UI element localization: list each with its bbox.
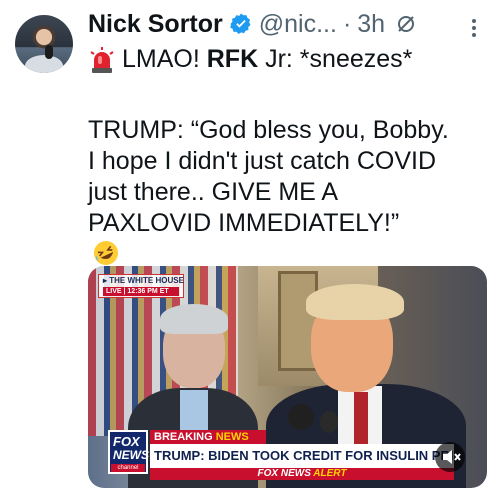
grok-icon[interactable] [395,13,417,35]
rolling-laughing-emoji [92,239,120,267]
avatar-shirt [25,55,63,73]
news-word: NEWS [215,431,249,443]
separator-dot: · [342,9,352,38]
tweet-body-line-text: PAXLOVID IMMEDIATELY!” [88,209,400,237]
news-headline: TRUMP: BIDEN TOOK CREDIT FOR INSULIN PRI… [150,444,454,468]
white-house-bug: ▸ THE WHITE HOUSE LIVE | 12:36 PM ET [98,274,184,298]
tweet-body-line-last: PAXLOVID IMMEDIATELY!” [88,208,488,267]
tweet-first-line: LMAO! RFK Jr: *sneezes* [88,44,488,75]
breaking-word: BREAKING [154,431,213,443]
news-lower-third: FOX NEWS channel BREAKING NEWS TRUMP: BI… [88,430,487,488]
timestamp[interactable]: 3h [357,10,385,39]
microphone [288,404,314,430]
fox-logo-line3: channel [111,464,145,472]
verified-badge-icon [229,12,253,36]
alert-bar-brand: FOX NEWS [257,468,311,479]
tweet-body-line: TRUMP: “God bless you, Bobby. [88,116,449,144]
more-options-icon[interactable] [460,14,488,42]
fox-logo-line1: FOX [113,434,140,449]
person-right-hair [306,284,404,320]
author-name[interactable]: Nick Sortor [88,10,223,39]
live-label: LIVE | 12:36 PM ET [103,287,179,296]
avatar[interactable] [15,15,73,73]
tweet-text-rfk: RFK [206,45,259,73]
tweet-body: TRUMP: “God bless you, Bobby. I hope I d… [88,115,488,267]
tweet-header: Nick Sortor @nic... · 3h [88,9,417,39]
siren-emoji [88,46,116,74]
video-media[interactable]: ▸ THE WHITE HOUSE LIVE | 12:36 PM ET FOX… [88,266,487,488]
fox-news-alert-bar: FOX NEWS ALERT [150,468,454,480]
fox-news-logo: FOX NEWS channel [108,430,149,474]
tweet-body-line: I hope I didn't just catch COVID [88,147,436,175]
tweet-text-sneezes: Jr: *sneezes* [265,45,413,73]
breaking-news-label: BREAKING NEWS [150,430,266,444]
tweet-text-lmao: LMAO! [122,45,200,73]
person-left-hair [160,304,228,334]
mute-icon[interactable] [435,442,465,472]
avatar-microphone [45,45,53,59]
white-house-label: ▸ THE WHITE HOUSE [103,276,184,285]
tweet-body-line: just there.. GIVE ME A [88,178,339,206]
author-handle[interactable]: @nic... [259,10,337,39]
fox-logo-line2: NEWS [113,448,149,462]
alert-bar-alert: ALERT [313,468,347,479]
